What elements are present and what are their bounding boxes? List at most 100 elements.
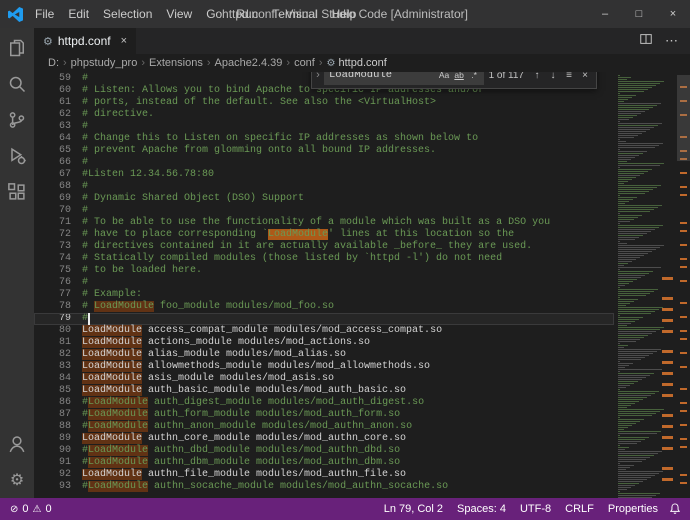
code-line[interactable]: 87 #LoadModule auth_form_module modules/m…	[34, 409, 614, 421]
line-number[interactable]: 66	[34, 157, 80, 169]
menu-edit[interactable]: Edit	[61, 0, 96, 28]
code-line[interactable]: 63 #	[34, 121, 614, 133]
activity-item-manage[interactable]: ⚙	[0, 462, 34, 498]
status-encoding[interactable]: UTF-8	[516, 503, 555, 515]
notifications-bell-icon[interactable]	[668, 502, 682, 516]
code-line[interactable]: 74 # Statically compiled modules (those l…	[34, 253, 614, 265]
line-number[interactable]: 85	[34, 385, 80, 397]
line-number[interactable]: 80	[34, 325, 80, 337]
minimize-button[interactable]: –	[588, 0, 622, 28]
line-number[interactable]: 91	[34, 457, 80, 469]
line-number[interactable]: 84	[34, 373, 80, 385]
code-line[interactable]: 68 #	[34, 181, 614, 193]
line-number[interactable]: 90	[34, 445, 80, 457]
menu-file[interactable]: File	[28, 0, 61, 28]
menu-selection[interactable]: Selection	[96, 0, 159, 28]
breadcrumb-item[interactable]: Extensions	[149, 57, 203, 69]
code-line[interactable]: 76 #	[34, 277, 614, 289]
line-number[interactable]: 68	[34, 181, 80, 193]
code-line[interactable]: 86 #LoadModule auth_digest_module modules…	[34, 397, 614, 409]
code-line[interactable]: 75 # to be loaded here.	[34, 265, 614, 277]
code-line[interactable]: 70 #	[34, 205, 614, 217]
code-line[interactable]: 81 LoadModule actions_module modules/mod_…	[34, 337, 614, 349]
status-language-mode[interactable]: Properties	[604, 503, 662, 515]
breadcrumb-item[interactable]: D:	[48, 57, 59, 69]
match-case-toggle[interactable]: Aa	[437, 72, 452, 83]
code-line[interactable]: 93 #LoadModule authn_socache_module modul…	[34, 481, 614, 493]
code-line[interactable]: 73 # directives contained in it are actua…	[34, 241, 614, 253]
breadcrumb-item[interactable]: conf	[294, 57, 315, 69]
line-number[interactable]: 74	[34, 253, 80, 265]
breadcrumb-item[interactable]: Apache2.4.39	[215, 57, 283, 69]
line-number[interactable]: 93	[34, 481, 80, 493]
code-line[interactable]: 80 LoadModule access_compat_module module…	[34, 325, 614, 337]
line-number[interactable]: 64	[34, 133, 80, 145]
next-match-button[interactable]: ↓	[545, 72, 561, 83]
line-number[interactable]: 61	[34, 97, 80, 109]
minimap[interactable]	[614, 72, 676, 498]
code-line[interactable]: 71 # To be able to use the functionality …	[34, 217, 614, 229]
line-number[interactable]: 87	[34, 409, 80, 421]
more-actions-icon[interactable]: ⋯	[665, 33, 678, 49]
line-number[interactable]: 67	[34, 169, 80, 181]
code-line[interactable]: 84 LoadModule asis_module modules/mod_asi…	[34, 373, 614, 385]
line-number[interactable]: 63	[34, 121, 80, 133]
line-number[interactable]: 82	[34, 349, 80, 361]
line-number[interactable]: 59	[34, 73, 80, 85]
line-number[interactable]: 81	[34, 337, 80, 349]
line-number[interactable]: 88	[34, 421, 80, 433]
find-input[interactable]: LoadModule Aa ab .*	[324, 72, 484, 85]
line-number[interactable]: 65	[34, 145, 80, 157]
code-line[interactable]: 67 #Listen 12.34.56.78:80	[34, 169, 614, 181]
code-line[interactable]: 89 LoadModule authn_core_module modules/m…	[34, 433, 614, 445]
activity-item-source-control[interactable]	[0, 102, 34, 138]
status-eol[interactable]: CRLF	[561, 503, 598, 515]
breadcrumb-item[interactable]: phpstudy_pro	[71, 57, 138, 69]
tab-httpd-conf[interactable]: ⚙ httpd.conf ×	[34, 28, 137, 54]
maximize-button[interactable]: □	[622, 0, 656, 28]
code-line[interactable]: 78 # LoadModule foo_module modules/mod_fo…	[34, 301, 614, 313]
line-number[interactable]: 83	[34, 361, 80, 373]
line-number[interactable]: 89	[34, 433, 80, 445]
line-number[interactable]: 75	[34, 265, 80, 277]
line-number[interactable]: 77	[34, 289, 80, 301]
close-button[interactable]: ×	[656, 0, 690, 28]
code-line[interactable]: 72 # have to place corresponding `LoadMod…	[34, 229, 614, 241]
whole-word-toggle[interactable]: ab	[452, 72, 467, 83]
scrollbar-thumb[interactable]	[677, 75, 690, 161]
line-number[interactable]: 78	[34, 301, 80, 313]
status-cursor-position[interactable]: Ln 79, Col 2	[380, 503, 447, 515]
line-number[interactable]: 76	[34, 277, 80, 289]
code-line[interactable]: 64 # Change this to Listen on specific IP…	[34, 133, 614, 145]
code-line[interactable]: 85 LoadModule auth_basic_module modules/m…	[34, 385, 614, 397]
regex-toggle[interactable]: .*	[467, 72, 482, 83]
line-number[interactable]: 70	[34, 205, 80, 217]
code-line[interactable]: 83 LoadModule allowmethods_module modules…	[34, 361, 614, 373]
activity-item-run-debug[interactable]	[0, 138, 34, 174]
code-line[interactable]: 62 # directive.	[34, 109, 614, 121]
find-in-selection-button[interactable]: ≡	[561, 72, 577, 83]
line-number[interactable]: 86	[34, 397, 80, 409]
tab-close-icon[interactable]: ×	[121, 35, 127, 47]
code-line[interactable]: 66 #	[34, 157, 614, 169]
code-line[interactable]: 65 # prevent Apache from glomming onto al…	[34, 145, 614, 157]
breadcrumb-item-file[interactable]: ⚙ httpd.conf	[327, 57, 387, 69]
line-number[interactable]: 60	[34, 85, 80, 97]
activity-item-accounts[interactable]	[0, 426, 34, 462]
code-line[interactable]: 91 #LoadModule authn_dbm_module modules/m…	[34, 457, 614, 469]
line-number[interactable]: 72	[34, 229, 80, 241]
line-number[interactable]: 73	[34, 241, 80, 253]
toggle-replace-icon[interactable]: ›	[312, 72, 324, 88]
menu-view[interactable]: View	[159, 0, 199, 28]
code-line[interactable]: 69 # Dynamic Shared Object (DSO) Support	[34, 193, 614, 205]
activity-item-search[interactable]	[0, 66, 34, 102]
code-line[interactable]: 61 # ports, instead of the default. See a…	[34, 97, 614, 109]
previous-match-button[interactable]: ↑	[529, 72, 545, 83]
line-number[interactable]: 79	[34, 313, 80, 325]
code-line[interactable]: 90 #LoadModule authn_dbd_module modules/m…	[34, 445, 614, 457]
activity-item-extensions[interactable]	[0, 174, 34, 210]
split-editor-icon[interactable]	[639, 32, 653, 51]
code-line[interactable]: 82 LoadModule alias_module modules/mod_al…	[34, 349, 614, 361]
code-line[interactable]: 77 # Example:	[34, 289, 614, 301]
problems-indicator[interactable]: ⊘ 0 ⚠ 0	[6, 503, 56, 515]
